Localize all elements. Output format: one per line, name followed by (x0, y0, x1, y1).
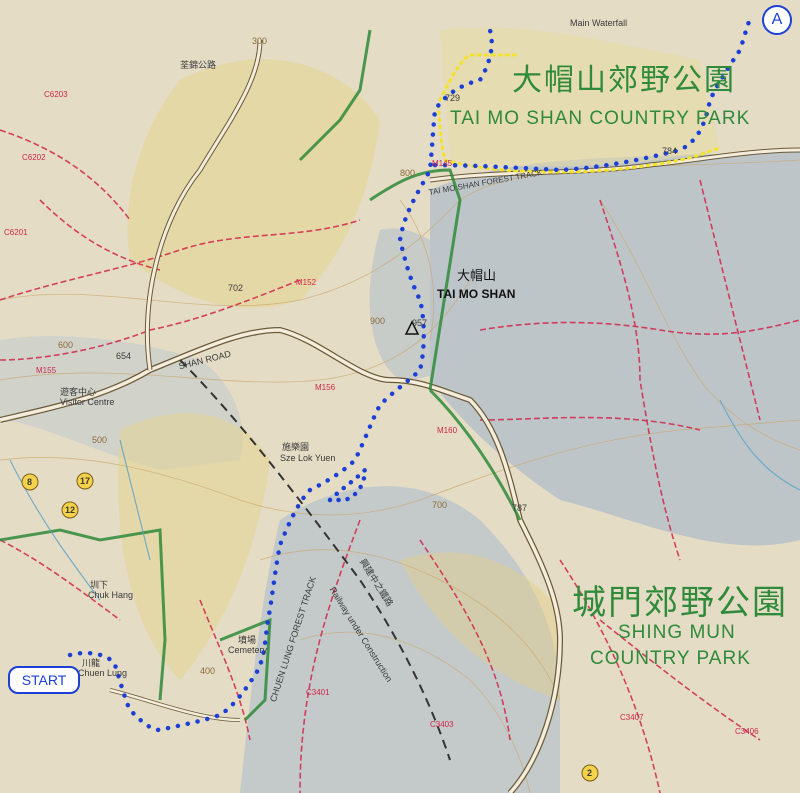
chuen-lung-en: Chuen Lung (78, 668, 128, 678)
code-m145: M145 (432, 159, 453, 168)
spot-height-784: 784 (662, 146, 678, 156)
hiking-map: 大帽山郊野公園 TAI MO SHAN COUNTRY PARK 城門郊野公園 … (0, 0, 800, 793)
road-label-zh: 荃錦公路 (180, 60, 217, 70)
contour-label-600: 600 (58, 340, 74, 350)
peak-name-zh: 大帽山 (457, 269, 497, 284)
contour-label-500: 500 (92, 435, 108, 445)
code-m155: M155 (36, 366, 57, 375)
code-c6202: C6202 (22, 153, 46, 162)
marker-8: 8 (27, 477, 33, 487)
start-badge: START (8, 666, 80, 694)
code-c3407: C3407 (620, 713, 644, 722)
contour-label-400: 400 (200, 666, 216, 676)
park-name-shing-mun-en-2: COUNTRY PARK (590, 648, 751, 669)
waterfall-label: Main Waterfall (570, 18, 628, 28)
contour-label-800: 800 (400, 168, 416, 178)
marker-2: 2 (587, 768, 593, 778)
code-c6203: C6203 (44, 90, 68, 99)
marker-12: 12 (65, 505, 76, 515)
contour-label-900: 900 (370, 316, 386, 326)
code-m152: M152 (296, 278, 317, 287)
cemetery-en: Cemetery (228, 645, 268, 655)
code-c3406: C3406 (735, 727, 759, 736)
checkpoint-a-badge: A (762, 5, 792, 35)
code-c6201: C6201 (4, 228, 28, 237)
contour-label-300: 300 (252, 36, 268, 46)
code-m160: M160 (437, 426, 458, 435)
marker-17: 17 (80, 476, 91, 486)
chuk-hang-en: Chuk Hang (88, 590, 134, 600)
park-name-shing-mun-zh: 城門郊野公園 (572, 583, 788, 623)
peak-height: 957 (412, 318, 428, 328)
vegetation-area (127, 59, 380, 308)
contour-label-700: 700 (432, 500, 448, 510)
park-name-shing-mun-en-1: SHING MUN (618, 622, 736, 643)
sze-lok-yuen-en: Sze Lok Yuen (280, 453, 336, 463)
park-name-tai-mo-shan-en: TAI MO SHAN COUNTRY PARK (450, 108, 751, 129)
code-m156: M156 (315, 383, 336, 392)
visitor-centre-en: Visitor Centre (60, 397, 115, 407)
spot-height-787: 787 (512, 503, 528, 513)
spot-height-654: 654 (116, 351, 132, 361)
peak-name-en: TAI MO SHAN (437, 287, 516, 301)
code-c3401: C3401 (306, 688, 330, 697)
spot-height-729: 729 (445, 93, 461, 103)
spot-height-702: 702 (228, 283, 244, 293)
park-name-tai-mo-shan-zh: 大帽山郊野公園 (512, 63, 736, 98)
terrain-shade-east (430, 150, 800, 546)
code-c3403: C3403 (430, 720, 454, 729)
sze-lok-yuen-zh: 施樂園 (282, 442, 310, 452)
